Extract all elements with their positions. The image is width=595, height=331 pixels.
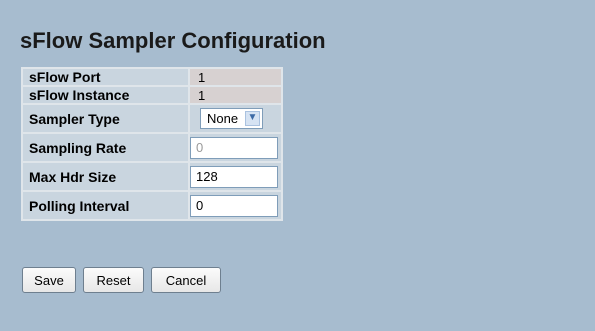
sflow-port-value: 1 xyxy=(190,69,281,85)
chevron-down-icon[interactable]: ▼ xyxy=(245,110,260,126)
sampler-type-value: None xyxy=(207,110,239,126)
button-row: Save Reset Cancel xyxy=(22,267,221,293)
sampler-type-label: Sampler Type xyxy=(23,105,188,132)
polling-interval-cell xyxy=(190,192,281,219)
sflow-instance-value: 1 xyxy=(190,87,281,103)
table-row: Polling Interval xyxy=(23,192,281,219)
polling-interval-label: Polling Interval xyxy=(23,192,188,219)
max-hdr-size-label: Max Hdr Size xyxy=(23,163,188,190)
sampler-type-cell: None ▼ xyxy=(190,105,281,132)
reset-button[interactable]: Reset xyxy=(83,267,144,293)
sampling-rate-label: Sampling Rate xyxy=(23,134,188,161)
table-row: Sampler Type None ▼ xyxy=(23,105,281,132)
max-hdr-size-cell xyxy=(190,163,281,190)
sampling-rate-cell xyxy=(190,134,281,161)
cancel-button[interactable]: Cancel xyxy=(151,267,221,293)
sampling-rate-input[interactable] xyxy=(190,136,278,159)
max-hdr-size-input[interactable] xyxy=(190,165,278,188)
table-row: Sampling Rate xyxy=(23,134,281,161)
sflow-port-label: sFlow Port xyxy=(23,69,188,85)
save-button[interactable]: Save xyxy=(22,267,76,293)
sampler-type-select[interactable]: None ▼ xyxy=(200,107,263,129)
table-row: sFlow Port 1 xyxy=(23,69,281,85)
table-row: Max Hdr Size xyxy=(23,163,281,190)
sflow-config-table: sFlow Port 1 sFlow Instance 1 Sampler Ty… xyxy=(21,67,283,221)
page-title: sFlow Sampler Configuration xyxy=(20,28,326,53)
sflow-instance-label: sFlow Instance xyxy=(23,87,188,103)
table-row: sFlow Instance 1 xyxy=(23,87,281,103)
polling-interval-input[interactable] xyxy=(190,194,278,217)
